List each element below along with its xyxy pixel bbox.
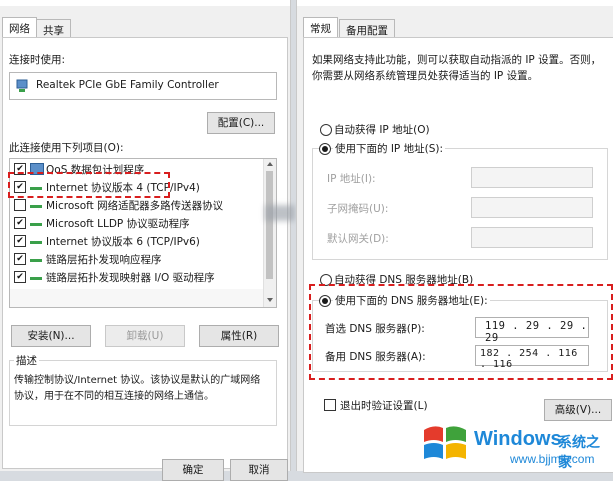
auto-ip-radio[interactable]: [320, 124, 332, 136]
left-dialog: 网络 共享 连接时使用: Realtek PCIe GbE Family Con…: [0, 0, 291, 481]
blurred-region: [265, 205, 295, 221]
properties-button[interactable]: 属性(R): [199, 325, 279, 347]
windows-logo-icon: [422, 420, 468, 466]
right-tab-content: 如果网络支持此功能，则可以获取自动指派的 IP 设置。否则，你需要从网络系统管理…: [303, 37, 613, 473]
scroll-up-arrow-icon[interactable]: [267, 162, 273, 166]
auto-ip-label[interactable]: 自动获得 IP 地址(O): [334, 122, 430, 137]
ipv4-highlight-box: [8, 172, 170, 198]
item-checkbox[interactable]: [14, 199, 26, 211]
scrollbar-thumb[interactable]: [266, 171, 273, 279]
watermark-title: Windows: [474, 428, 562, 450]
intro-text: 如果网络支持此功能，则可以获取自动指派的 IP 设置。否则，你需要从网络系统管理…: [312, 54, 602, 82]
subnet-field[interactable]: [471, 197, 593, 218]
ip-address-field[interactable]: [471, 167, 593, 188]
protocol-icon: [30, 241, 42, 244]
watermark: Windows 系统之家 www.bjjmlv.com: [418, 418, 613, 471]
ip-group: 使用下面的 IP 地址(S): IP 地址(I): 子网掩码(U): 默认网关(…: [312, 141, 608, 260]
description-group: 描述 传输控制协议/Internet 协议。该协议是默认的广域网络协议，用于在不…: [9, 353, 277, 426]
scroll-down-arrow-icon[interactable]: [267, 298, 273, 302]
list-footer-strip: [10, 289, 263, 307]
network-adapter-icon: [16, 79, 28, 93]
ok-button[interactable]: 确定: [162, 459, 224, 481]
item-label: 链路层拓扑发现映射器 I/O 驱动程序: [46, 272, 215, 284]
item-label: 链路层拓扑发现响应程序: [46, 254, 162, 266]
item-label: Microsoft LLDP 协议驱动程序: [46, 218, 190, 230]
watermark-url: www.bjjmlv.com: [510, 452, 595, 466]
gateway-label: 默认网关(D):: [327, 233, 389, 245]
cancel-button[interactable]: 取消: [230, 459, 288, 481]
item-label: Internet 协议版本 6 (TCP/IPv6): [46, 236, 200, 248]
protocol-icon: [30, 277, 42, 280]
list-item[interactable]: ✔ 链路层拓扑发现映射器 I/O 驱动程序: [10, 268, 262, 286]
list-item[interactable]: ✔ Microsoft LLDP 协议驱动程序: [10, 214, 262, 232]
left-tab-content: 连接时使用: Realtek PCIe GbE Family Controlle…: [2, 37, 288, 469]
dns-highlight-box: [309, 284, 613, 380]
items-label: 此连接使用下列项目(O):: [9, 142, 124, 154]
protocol-icon: [30, 259, 42, 262]
gateway-field[interactable]: [471, 227, 593, 248]
adapter-box: Realtek PCIe GbE Family Controller: [9, 72, 277, 100]
adapter-name: Realtek PCIe GbE Family Controller: [36, 79, 219, 91]
list-item[interactable]: ✔ 链路层拓扑发现响应程序: [10, 250, 262, 268]
validate-checkbox[interactable]: [324, 399, 336, 411]
install-button[interactable]: 安装(N)...: [11, 325, 91, 347]
protocol-icon: [30, 223, 42, 226]
connect-using-label: 连接时使用:: [9, 54, 66, 66]
uninstall-button[interactable]: 卸载(U): [105, 325, 185, 347]
item-checkbox[interactable]: ✔: [14, 271, 26, 283]
item-checkbox[interactable]: ✔: [14, 253, 26, 265]
list-item[interactable]: Microsoft 网络适配器多路传送器协议: [10, 196, 262, 214]
configure-button[interactable]: 配置(C)...: [207, 112, 275, 134]
item-label: Microsoft 网络适配器多路传送器协议: [46, 200, 224, 212]
item-checkbox[interactable]: ✔: [14, 235, 26, 247]
subnet-label: 子网掩码(U):: [327, 203, 389, 215]
description-text: 传输控制协议/Internet 协议。该协议是默认的广域网络协议，用于在不同的相…: [14, 375, 261, 402]
protocol-icon: [30, 205, 42, 208]
manual-ip-label[interactable]: 使用下面的 IP 地址(S):: [333, 141, 445, 156]
ip-address-label: IP 地址(I):: [327, 173, 376, 185]
list-scrollbar[interactable]: [263, 159, 276, 307]
list-item[interactable]: ✔ Internet 协议版本 6 (TCP/IPv6): [10, 232, 262, 250]
tab-network[interactable]: 网络: [2, 17, 37, 39]
manual-ip-radio[interactable]: [319, 143, 331, 155]
description-label: 描述: [14, 353, 39, 368]
tab-general[interactable]: 常规: [303, 17, 338, 39]
item-checkbox[interactable]: ✔: [14, 217, 26, 229]
right-title-bar: [297, 0, 613, 6]
right-dialog: 常规 备用配置 如果网络支持此功能，则可以获取自动指派的 IP 设置。否则，你需…: [296, 0, 613, 473]
left-title-bar: [0, 0, 290, 6]
validate-label[interactable]: 退出时验证设置(L): [340, 398, 428, 413]
